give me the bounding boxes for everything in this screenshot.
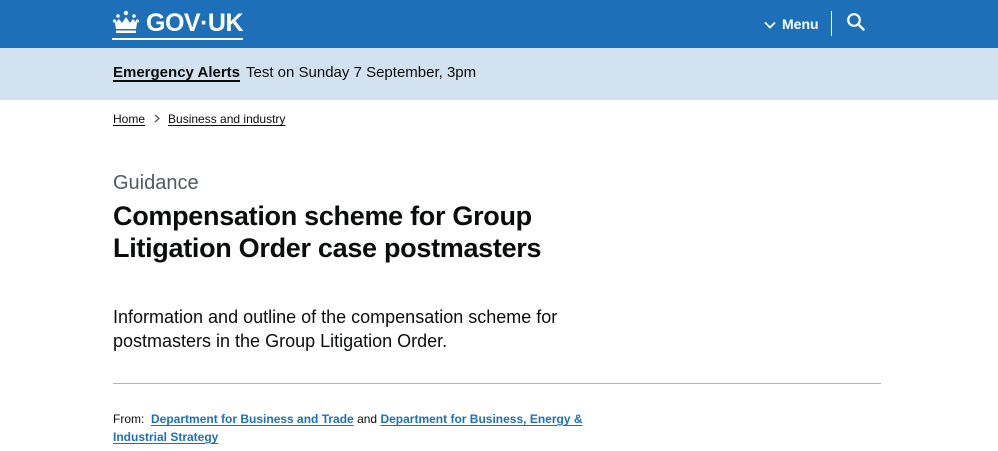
breadcrumb-home[interactable]: Home (113, 112, 145, 126)
page-title: Compensation scheme for Group Litigation… (113, 201, 542, 263)
chevron-down-icon (764, 16, 776, 32)
breadcrumb: Home Business and industry (113, 112, 285, 126)
page-caption: Guidance (113, 172, 199, 194)
section-divider (113, 383, 881, 384)
search-button[interactable] (846, 12, 868, 34)
menu-button[interactable]: Menu (764, 12, 819, 36)
menu-label: Menu (782, 16, 819, 32)
from-conjunction: and (357, 412, 378, 426)
from-organisations: From: Department for Business and Trade … (113, 410, 633, 446)
alert-message: Test on Sunday 7 September, 3pm (246, 64, 477, 81)
breadcrumb-business-and-industry[interactable]: Business and industry (168, 112, 285, 126)
govuk-logo-link[interactable]: GOV·UK (112, 8, 244, 38)
from-label: From: (113, 412, 145, 426)
org-link-business-and-trade[interactable]: Department for Business and Trade (151, 412, 354, 426)
chevron-right-icon (154, 112, 161, 126)
emergency-alerts-link[interactable]: Emergency Alerts (113, 64, 240, 81)
crown-icon (112, 10, 140, 33)
logo-text: GOV·UK (146, 9, 244, 37)
logo-underline (112, 38, 243, 40)
page-lead: Information and outline of the compensat… (113, 307, 558, 351)
header-divider (831, 11, 832, 36)
search-icon (847, 13, 865, 31)
